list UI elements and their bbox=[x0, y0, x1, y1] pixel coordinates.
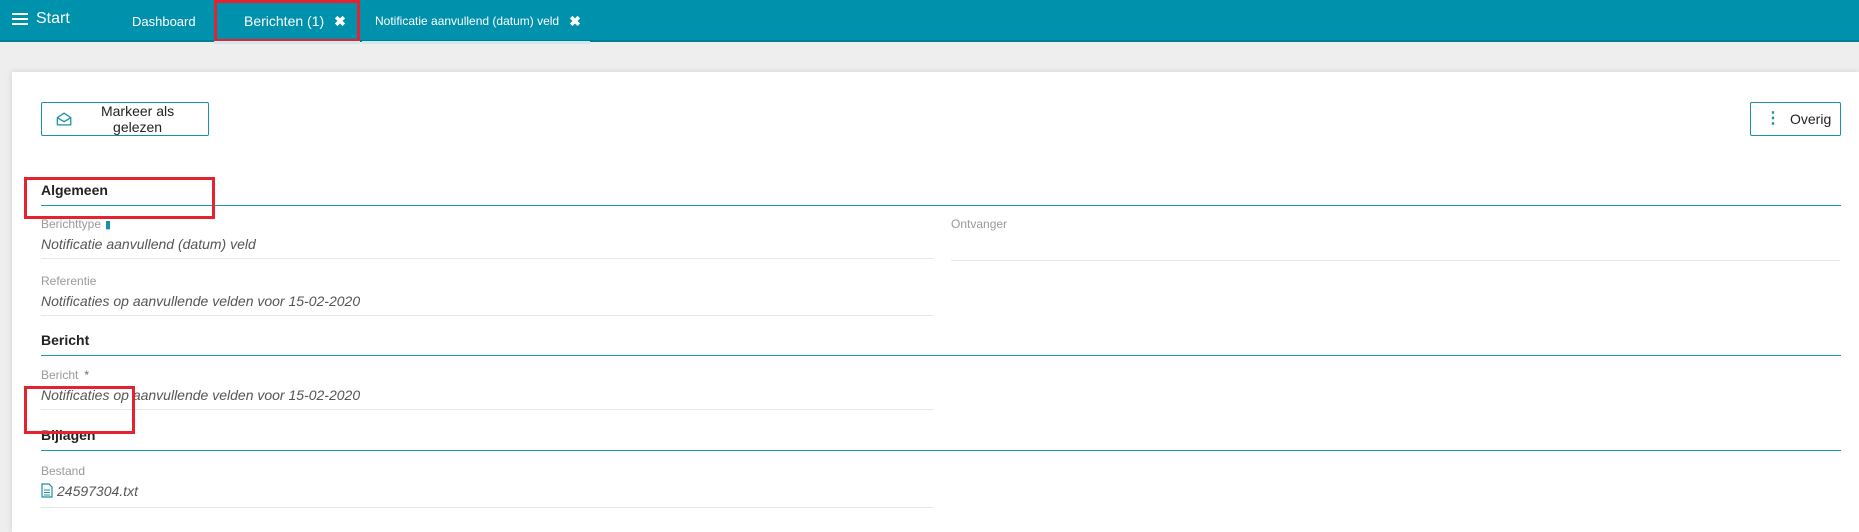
more-options-button[interactable]: ⋮ Overig bbox=[1750, 102, 1841, 136]
start-menu-button[interactable]: Start bbox=[12, 10, 70, 28]
field-berichttype-label: Berichttype bbox=[41, 217, 102, 231]
section-title-bijlagen: Bijlagen bbox=[41, 427, 1841, 451]
mark-as-read-button[interactable]: Markeer als gelezen bbox=[41, 102, 209, 136]
section-title-algemeen: Algemeen bbox=[41, 182, 1841, 206]
attachment-link[interactable]: 24597304.txt bbox=[57, 483, 138, 499]
required-marker: * bbox=[84, 368, 90, 382]
field-bericht-value: Notificaties op aanvullende velden voor … bbox=[41, 387, 361, 403]
start-label: Start bbox=[36, 10, 70, 27]
field-bericht-label: Bericht bbox=[41, 368, 79, 382]
tab-dashboard[interactable]: Dashboard bbox=[132, 0, 196, 42]
vertical-dots-icon: ⋮ bbox=[1765, 110, 1781, 127]
field-bestand: Bestand 24597304.txt bbox=[41, 464, 933, 508]
field-berichttype-value: Notificatie aanvullend (datum) veld bbox=[41, 236, 256, 252]
tab-berichten[interactable]: Berichten (1) ✖ bbox=[214, 0, 360, 44]
document-icon bbox=[41, 483, 53, 498]
more-options-label: Overig bbox=[1790, 111, 1832, 127]
field-ontvanger-label: Ontvanger bbox=[951, 217, 1008, 231]
tab-berichten-close-icon[interactable]: ✖ bbox=[334, 13, 346, 30]
field-referentie: Referentie Notificaties op aanvullende v… bbox=[41, 274, 933, 316]
field-referentie-value: Notificaties op aanvullende velden voor … bbox=[41, 293, 361, 309]
field-bericht: Bericht * Notificaties op aanvullende vel… bbox=[41, 368, 933, 410]
field-berichttype: Berichttype ▮ Notificatie aanvullend (dat… bbox=[41, 217, 933, 259]
tab-berichten-label: Berichten (1) bbox=[244, 13, 325, 29]
tab-dashboard-label: Dashboard bbox=[132, 13, 196, 29]
field-bestand-label: Bestand bbox=[41, 464, 86, 478]
tab-notificatie-close-icon[interactable]: ✖ bbox=[569, 13, 581, 30]
tab-notificatie-label: Notificatie aanvullend (datum) veld bbox=[375, 14, 560, 28]
tab-notificatie[interactable]: Notificatie aanvullend (datum) veld ✖ bbox=[362, 0, 590, 44]
top-navigation-bar: Start Dashboard Berichten (1) ✖ Notifica… bbox=[0, 0, 1859, 44]
open-envelope-icon bbox=[56, 112, 72, 126]
field-referentie-label: Referentie bbox=[41, 274, 97, 288]
hamburger-icon bbox=[12, 10, 28, 28]
message-detail-card: Markeer als gelezen ⋮ Overig Algemeen Be… bbox=[12, 72, 1859, 532]
field-ontvanger: Ontvanger bbox=[951, 217, 1840, 261]
mark-as-read-label: Markeer als gelezen bbox=[100, 103, 175, 135]
book-icon[interactable]: ▮ bbox=[105, 219, 111, 231]
section-title-bericht: Bericht bbox=[41, 332, 1841, 356]
